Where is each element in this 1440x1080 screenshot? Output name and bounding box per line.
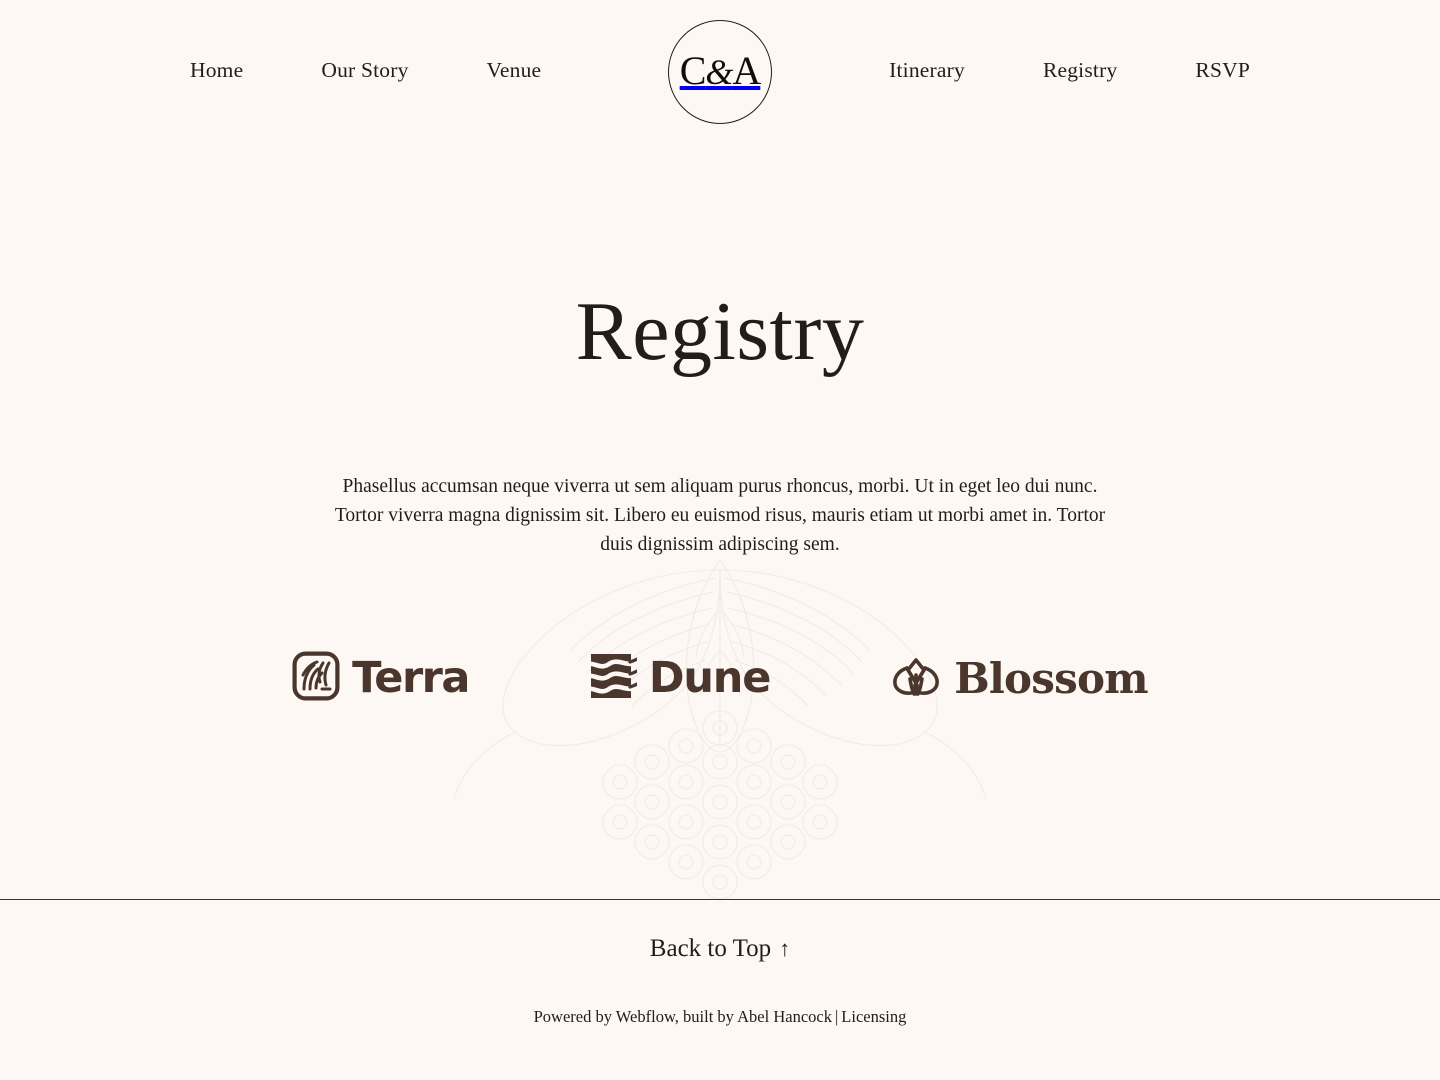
monogram-ampersand: &: [705, 52, 733, 92]
nav-link-home[interactable]: Home: [190, 50, 243, 91]
nav-link-our-story[interactable]: Our Story: [321, 50, 408, 91]
nav-link-registry[interactable]: Registry: [1043, 50, 1117, 91]
monogram-logo[interactable]: C&A: [668, 20, 772, 124]
nav-group-right: Itinerary Registry RSVP: [806, 50, 1250, 91]
registry-name-dune: Dune: [648, 653, 771, 703]
blossom-lotus-icon: [890, 651, 942, 706]
dune-waves-square-icon: [589, 651, 639, 706]
nav-link-rsvp[interactable]: RSVP: [1195, 50, 1250, 91]
page-root: Home Our Story Venue C&A Itinerary Regis…: [0, 0, 1440, 1080]
intro-paragraph: Phasellus accumsan neque viverra ut sem …: [334, 476, 1106, 555]
registry-name-terra: Terra: [352, 653, 470, 703]
main-content: Registry Phasellus accumsan neque viverr…: [0, 158, 1440, 899]
registry-item-dune[interactable]: Dune: [589, 651, 771, 706]
page-title: Registry: [575, 285, 865, 378]
site-footer: Back to Top ↑ Powered by Webflow, built …: [0, 899, 1440, 1080]
licensing-link[interactable]: Licensing: [841, 1007, 906, 1026]
primary-navigation: Home Our Story Venue C&A Itinerary Regis…: [0, 0, 1440, 158]
back-to-top-label: Back to Top: [649, 935, 772, 962]
registry-name-blossom: Blossom: [954, 653, 1148, 703]
monogram-initial-two: A: [732, 48, 761, 93]
back-to-top-link[interactable]: Back to Top ↑: [650, 935, 790, 963]
registry-logo-list: Terra Dune Blossom: [292, 651, 1149, 706]
nav-group-left: Home Our Story Venue: [190, 50, 634, 91]
registry-item-blossom[interactable]: Blossom: [890, 651, 1149, 706]
nav-link-itinerary[interactable]: Itinerary: [889, 50, 965, 91]
nav-inner: Home Our Story Venue C&A Itinerary Regis…: [190, 18, 1250, 124]
footer-colophon: Powered by Webflow, built by Abel Hancoc…: [534, 1007, 907, 1027]
colophon-separator: |: [834, 1007, 839, 1026]
colophon-credit: Powered by Webflow, built by Abel Hancoc…: [533, 1007, 832, 1026]
terra-grain-square-icon: [292, 651, 340, 706]
registry-item-terra[interactable]: Terra: [292, 651, 470, 706]
nav-link-venue[interactable]: Venue: [487, 50, 542, 91]
monogram-initial-one: C: [679, 48, 707, 93]
monogram-text: C&A: [679, 48, 762, 93]
arrow-up-icon: ↑: [779, 936, 791, 961]
